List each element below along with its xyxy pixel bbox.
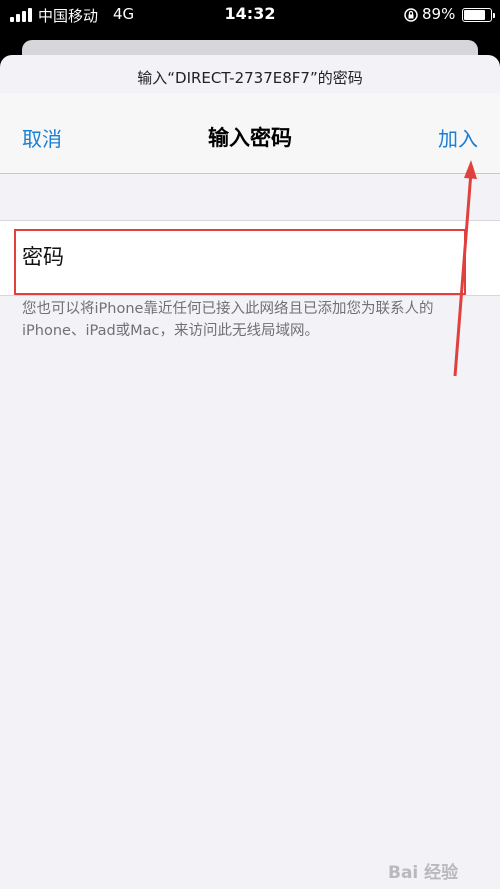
baidu-watermark: Bai 经验	[388, 863, 459, 883]
join-button[interactable]: 加入	[438, 123, 478, 152]
rotation-lock-icon	[404, 8, 418, 22]
footnote-text: 您也可以将iPhone靠近任何已接入此网络且已添加您为联系人的iPhone、iP…	[22, 301, 434, 339]
annotation-highlight-box	[14, 229, 466, 295]
battery-icon	[462, 8, 495, 22]
nav-divider	[0, 173, 500, 174]
status-bar: 中国移动 4G 14:32 89%	[0, 0, 500, 30]
password-dialog: 输入“DIRECT-2737E8F7”的密码 取消 输入密码 加入 您也可以将i…	[0, 55, 500, 889]
page-title: 输入密码	[208, 126, 292, 150]
network-prompt: 输入“DIRECT-2737E8F7”的密码	[137, 69, 363, 87]
navigation-bar: 取消 输入密码 加入	[0, 93, 500, 173]
battery-percent: 89%	[422, 5, 456, 23]
